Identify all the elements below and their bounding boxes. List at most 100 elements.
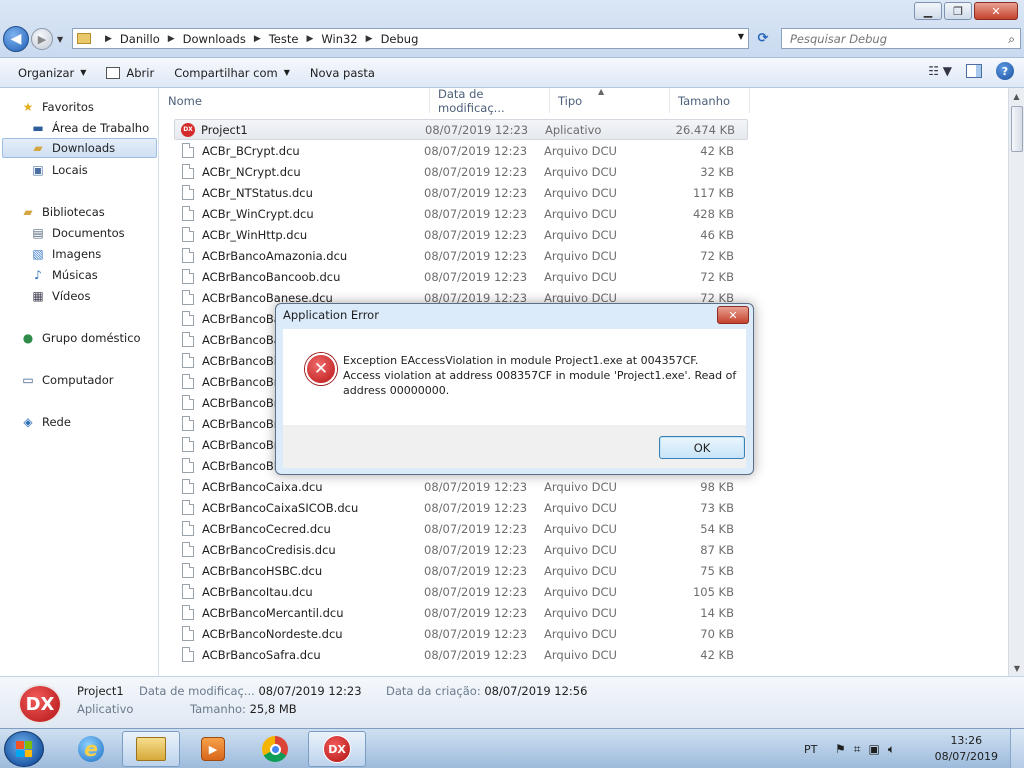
clock-time: 13:26 (950, 734, 983, 747)
table-row[interactable]: ACBrBancoCaixaSICOB.dcu 08/07/2019 12:23 A… (174, 497, 748, 518)
breadcrumb-win32[interactable]: Win32 (321, 32, 357, 46)
nav-downloads[interactable]: ▰ Downloads (2, 138, 157, 158)
column-type[interactable]: ▲ Tipo (550, 88, 670, 113)
nav-images[interactable]: ▧ Imagens (30, 244, 101, 264)
sort-up-icon: ▲ (598, 88, 605, 96)
file-size: 32 KB (700, 164, 734, 179)
table-row[interactable]: ACBr_WinHttp.dcu 08/07/2019 12:23 Arquivo … (174, 224, 748, 245)
nav-places[interactable]: ▣ Locais (30, 160, 87, 180)
forward-button[interactable]: ▶ (31, 28, 53, 50)
dialog-close-button[interactable]: ✕ (717, 306, 749, 324)
column-name[interactable]: Nome (160, 88, 430, 113)
column-date[interactable]: Data de modificaç... (430, 88, 550, 115)
view-options-icon[interactable]: ☷ ▼ (928, 64, 952, 78)
column-type-label: Tipo (558, 93, 583, 108)
table-row[interactable]: DX Project1 08/07/2019 12:23 Aplicativo 26.4… (174, 119, 748, 140)
nav-desktop[interactable]: ▬ Área de Trabalho (30, 118, 149, 138)
chevron-down-icon[interactable]: ▼ (738, 32, 744, 41)
table-row[interactable]: ACBrBancoSafra.dcu 08/07/2019 12:23 Arquiv… (174, 644, 748, 665)
table-row[interactable]: ACBrBancoCecred.dcu 08/07/2019 12:23 Arqui… (174, 518, 748, 539)
nav-homegroup[interactable]: ● Grupo doméstico (20, 328, 141, 348)
table-row[interactable]: ACBrBancoItau.dcu 08/07/2019 12:23 Arquivo… (174, 581, 748, 602)
ok-button[interactable]: OK (659, 436, 745, 459)
file-type: Arquivo DCU (544, 185, 617, 200)
table-row[interactable]: ACBrBancoCredisis.dcu 08/07/2019 12:23 Arq… (174, 539, 748, 560)
volume-icon[interactable]: 🔈︎ (888, 742, 895, 757)
nav-favorites[interactable]: ★ Favoritos (20, 97, 94, 117)
taskbar-chrome[interactable] (246, 731, 304, 767)
share-button[interactable]: Compartilhar com ▼ (164, 61, 300, 85)
close-button[interactable]: ✕ (974, 2, 1018, 20)
file-icon (182, 416, 194, 431)
nav-videos[interactable]: ▦ Vídeos (30, 286, 90, 306)
window-header: ▁ ❐ ✕ ◀ ▶ ▼ ▶ Danillo ▶ Downloads ▶ Test… (0, 0, 1024, 58)
breadcrumb-teste[interactable]: Teste (269, 32, 299, 46)
start-button[interactable] (4, 731, 44, 767)
table-row[interactable]: ACBrBancoMercantil.dcu 08/07/2019 12:23 Ar… (174, 602, 748, 623)
table-row[interactable]: ACBrBancoHSBC.dcu 08/07/2019 12:23 Arquivo… (174, 560, 748, 581)
table-row[interactable]: ACBrBancoBancoob.dcu 08/07/2019 12:23 Arqu… (174, 266, 748, 287)
file-icon (182, 605, 194, 620)
file-name: ACBr_NTStatus.dcu (202, 185, 313, 200)
taskbar-media-player[interactable]: ▶ (184, 731, 242, 767)
file-date: 08/07/2019 12:23 (424, 206, 528, 221)
network-tray-icon[interactable]: ▣ (869, 742, 880, 756)
column-size[interactable]: Tamanho (670, 88, 750, 113)
nav-music[interactable]: ♪ Músicas (30, 265, 98, 285)
preview-pane-icon[interactable] (966, 64, 982, 78)
taskbar-ie[interactable]: e (62, 731, 120, 767)
open-button[interactable]: Abrir (96, 61, 164, 85)
file-icon (182, 227, 194, 242)
back-button[interactable]: ◀ (3, 26, 29, 52)
table-row[interactable]: ACBr_WinCrypt.dcu 08/07/2019 12:23 Arquivo… (174, 203, 748, 224)
nav-libraries[interactable]: ▰ Bibliotecas (20, 202, 104, 222)
usb-icon[interactable]: ⌗ (854, 742, 861, 757)
file-name: ACBrBancoBra (202, 374, 286, 389)
breadcrumb-debug[interactable]: Debug (381, 32, 419, 46)
file-size: 75 KB (700, 563, 734, 578)
recent-pages-dropdown[interactable]: ▼ (57, 35, 63, 44)
app-dx-icon: DX (18, 684, 62, 724)
help-icon[interactable]: ? (996, 62, 1014, 80)
nav-computer[interactable]: ▭ Computador (20, 370, 113, 390)
address-bar[interactable]: ▶ Danillo ▶ Downloads ▶ Teste ▶ Win32 ▶ … (72, 28, 749, 49)
table-row[interactable]: ACBrBancoAmazonia.dcu 08/07/2019 12:23 Arq… (174, 245, 748, 266)
vertical-scrollbar[interactable]: ▲ ▼ (1008, 88, 1024, 676)
scroll-thumb[interactable] (1011, 106, 1023, 152)
table-row[interactable]: ACBr_BCrypt.dcu 08/07/2019 12:23 Arquivo D… (174, 140, 748, 161)
table-row[interactable]: ACBr_NCrypt.dcu 08/07/2019 12:23 Arquivo D… (174, 161, 748, 182)
chevron-right-icon[interactable]: ▶ (168, 34, 175, 44)
flag-icon[interactable]: ⚑ (835, 742, 846, 756)
refresh-button[interactable]: ⟳ (752, 28, 774, 49)
scroll-down-icon[interactable]: ▼ (1009, 660, 1024, 676)
breadcrumb-downloads[interactable]: Downloads (183, 32, 246, 46)
breadcrumb-danillo[interactable]: Danillo (120, 32, 160, 46)
taskbar-explorer[interactable] (122, 731, 180, 767)
file-type: Arquivo DCU (544, 521, 617, 536)
table-row[interactable]: ACBr_NTStatus.dcu 08/07/2019 12:23 Arquivo… (174, 182, 748, 203)
nav-documents[interactable]: ▤ Documentos (30, 223, 124, 243)
chevron-right-icon[interactable]: ▶ (306, 34, 313, 44)
windows-logo-icon (16, 741, 32, 757)
scroll-up-icon[interactable]: ▲ (1009, 88, 1024, 104)
language-indicator[interactable]: PT (804, 729, 817, 768)
table-row[interactable]: ACBrBancoNordeste.dcu 08/07/2019 12:23 Arq… (174, 623, 748, 644)
maximize-button[interactable]: ❐ (944, 2, 972, 20)
chevron-right-icon[interactable]: ▶ (366, 34, 373, 44)
search-icon[interactable]: ⌕ (1008, 32, 1015, 47)
table-row[interactable]: ACBrBancoCaixa.dcu 08/07/2019 12:23 Arquiv… (174, 476, 748, 497)
command-bar: Organizar ▼ Abrir Compartilhar com ▼ Nov… (0, 58, 1024, 88)
nav-network[interactable]: ◈ Rede (20, 412, 71, 432)
taskbar-delphi[interactable]: DX (308, 731, 366, 767)
search-box[interactable]: ⌕ (781, 28, 1021, 49)
refresh-icon: ⟳ (757, 31, 769, 46)
file-date: 08/07/2019 12:23 (424, 500, 528, 515)
search-input[interactable] (790, 31, 990, 46)
new-folder-button[interactable]: Nova pasta (300, 61, 385, 85)
chevron-right-icon[interactable]: ▶ (105, 34, 112, 44)
organize-button[interactable]: Organizar ▼ (8, 61, 96, 85)
clock[interactable]: 13:26 08/07/2019 (935, 733, 998, 765)
show-desktop-button[interactable] (1010, 729, 1024, 768)
chevron-right-icon[interactable]: ▶ (254, 34, 261, 44)
minimize-button[interactable]: ▁ (914, 2, 942, 20)
